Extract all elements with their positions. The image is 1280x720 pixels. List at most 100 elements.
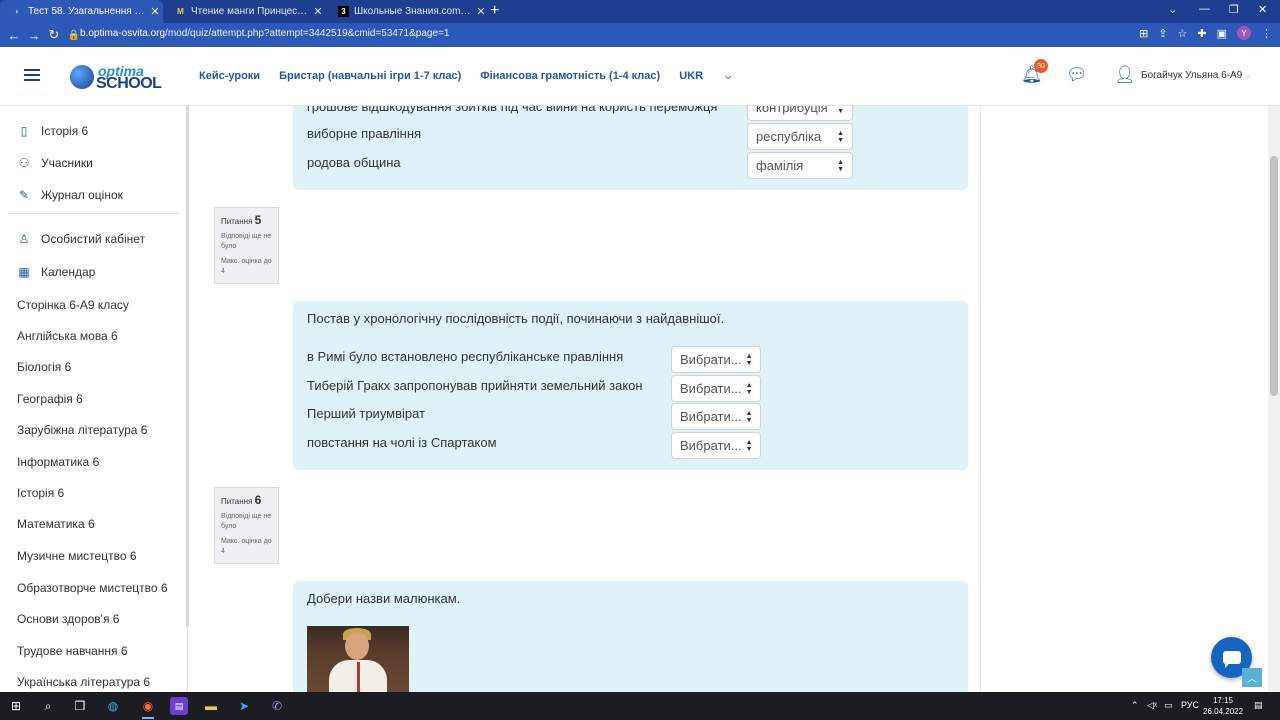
left-sidebar: ▯ Історія 6 ⚇ Учасники ✎ Журнал оцінок ♙ Осо…: [0, 106, 188, 692]
optima-school-logo[interactable]: optima SCHOOL: [70, 61, 162, 93]
menu-hamburger-icon[interactable]: [24, 69, 40, 81]
tab-search-icon[interactable]: ⌄: [1168, 3, 1177, 16]
sidebar-course-labor[interactable]: Трудове навчання 6: [17, 644, 128, 658]
match-select[interactable]: Вибрати... ▲ ▼: [671, 432, 761, 459]
sidebar-course-math[interactable]: Математика 6: [17, 517, 95, 531]
browser-toolbar-right: ⊞ ⇪ ☆ ✚ ▣ Y ⋮: [1139, 26, 1272, 40]
photo-stripe: [357, 662, 360, 692]
question-max-grade: Макс. оцінка до 4: [221, 258, 272, 275]
language-selector[interactable]: UKR ⌵: [679, 70, 750, 82]
browser-tab-quiz[interactable]: ◐ Тест 58. Узагальнення з теми (за... ✕: [0, 0, 163, 23]
select-arrows-icon: ▲▼: [837, 106, 844, 115]
sidebar-course-health[interactable]: Основи здоров'я 6: [17, 612, 119, 626]
sidebar-course-english[interactable]: Англійська мова 6: [17, 329, 118, 343]
right-blank-panel: [980, 106, 1268, 692]
viber-icon[interactable]: ✆: [268, 697, 286, 715]
match-row-text: повстання на чолі із Спартаком: [307, 435, 497, 450]
sidebar-item-calendar[interactable]: ▦ Календар: [17, 265, 95, 279]
sidebar-course-geography[interactable]: Географія 6: [17, 392, 83, 406]
match-select[interactable]: республіка ▲ ▼: [747, 123, 853, 150]
match-row-text: Тиберій Гракх запропонував прийняти земе…: [307, 378, 643, 393]
forward-arrow-icon[interactable]: →: [24, 28, 44, 43]
select-arrows-icon: ▲▼: [837, 129, 844, 144]
roman-statue-image: [307, 626, 409, 692]
search-icon[interactable]: ⌕: [39, 697, 57, 715]
close-tab-icon[interactable]: ✕: [310, 5, 326, 18]
match-select[interactable]: Вибрати... ▲ ▼: [671, 375, 761, 402]
file-explorer-icon[interactable]: ▬: [202, 697, 220, 715]
close-window-button[interactable]: ✕: [1258, 3, 1267, 16]
minimize-window-button[interactable]: —: [1199, 3, 1210, 15]
question-num: 5: [254, 213, 262, 227]
sidebar-course-history[interactable]: Історія 6: [17, 486, 64, 500]
windows-start-icon[interactable]: ⊞: [7, 697, 25, 715]
question-num: 6: [254, 493, 262, 507]
profile-avatar[interactable]: Y: [1237, 26, 1251, 40]
browser-app-icon[interactable]: ◉: [139, 697, 157, 719]
tray-chevron-icon[interactable]: ⌃: [1131, 700, 1139, 711]
tray-network-icon[interactable]: ▭: [1164, 700, 1173, 711]
sidebar-item-label: Історія 6: [41, 124, 89, 138]
tab-title: Чтение манги Принцесса с чер...: [191, 6, 310, 17]
browser-tab-strip: ◐ Тест 58. Узагальнення з теми (за... ✕ …: [0, 0, 1280, 23]
question-5-info: Питання 5 Відповіді ще не було Макс. оці…: [214, 207, 279, 284]
telegram-icon[interactable]: ➤: [235, 697, 253, 715]
new-tab-button[interactable]: +: [490, 2, 499, 20]
question-number: Питання 6: [221, 493, 272, 507]
sidebar-course-class-page[interactable]: Сторінка 6-А9 класу: [17, 298, 129, 312]
user-avatar-icon[interactable]: 👤︎: [1114, 65, 1136, 85]
sidebar-course-music[interactable]: Музичне мистецтво 6: [17, 549, 137, 563]
tray-volume-icon[interactable]: ◁ᵡ: [1147, 700, 1157, 711]
browser-tab-znanija[interactable]: 3 Школьные Знания.com - Решаю... ✕: [326, 0, 489, 23]
extensions-puzzle-icon[interactable]: ✚: [1197, 27, 1206, 40]
match-row-text: родова община: [307, 155, 401, 170]
user-name: Богайчук Ульяна 6-А9: [1141, 70, 1243, 81]
match-row-text: в Римі було встановлено республіканське …: [307, 349, 624, 364]
sidebar-item-history[interactable]: ▯ Історія 6: [17, 124, 89, 138]
sidebar-course-ukrainian-literature[interactable]: Українська література 6: [17, 675, 150, 689]
nav-bristar[interactable]: Бристар (навчальні ігри 1-7 клас): [279, 70, 461, 82]
match-select[interactable]: фамілія ▲ ▼: [747, 152, 853, 179]
nav-case-lessons[interactable]: Кейс-уроки: [199, 70, 260, 82]
messages-icon[interactable]: 💬︎: [1066, 65, 1088, 85]
browser-menu-icon[interactable]: ⋮: [1261, 27, 1272, 40]
sidebar-item-participants[interactable]: ⚇ Учасники: [17, 156, 93, 170]
select-arrows-icon: ▲▼: [745, 352, 753, 367]
user-menu[interactable]: Богайчук Ульяна 6-А9 ⌵: [1141, 70, 1251, 81]
scroll-to-top-button[interactable]: ︿: [1242, 668, 1262, 687]
restore-window-button[interactable]: ❐: [1229, 3, 1239, 16]
sidebar-item-label: Учасники: [41, 156, 93, 170]
scrollbar-thumb[interactable]: [1270, 156, 1278, 396]
select-value: республіка: [756, 129, 822, 144]
sidebar-course-biology[interactable]: Біологія 6: [17, 360, 71, 374]
translate-icon[interactable]: ⊞: [1139, 27, 1148, 40]
notification-center-icon[interactable]: ▤: [1254, 700, 1263, 711]
edge-browser-icon[interactable]: ◍: [104, 697, 122, 715]
sidebar-course-world-literature[interactable]: Зарубіжна література 6: [17, 423, 147, 437]
twitch-icon[interactable]: ▤: [170, 697, 188, 715]
match-select[interactable]: Вибрати... ▲ ▼: [671, 403, 761, 430]
close-tab-icon[interactable]: ✕: [147, 5, 163, 18]
gradebook-icon: ✎: [18, 188, 30, 202]
sidebar-item-gradebook[interactable]: ✎ Журнал оцінок: [17, 188, 123, 202]
task-view-icon[interactable]: ❒: [71, 697, 89, 715]
share-icon[interactable]: ⇪: [1158, 27, 1167, 40]
side-panel-icon[interactable]: ▣: [1217, 27, 1227, 40]
browser-tab-manga[interactable]: M Чтение манги Принцесса с чер... ✕: [163, 0, 326, 23]
url-field[interactable]: b.optima-osvita.org/mod/quiz/attempt.php…: [80, 28, 449, 39]
sidebar-course-art[interactable]: Образотворче мистецтво 6: [17, 581, 168, 595]
match-select[interactable]: контрибуція ▲▼: [747, 106, 853, 121]
reload-icon[interactable]: ↻: [44, 27, 64, 43]
bookmark-star-icon[interactable]: ☆: [1178, 27, 1188, 40]
question-label: Питання: [221, 497, 253, 506]
match-select[interactable]: Вибрати... ▲ ▼: [671, 346, 761, 373]
sidebar-item-dashboard[interactable]: ♙ Особистий кабінет: [17, 232, 145, 246]
back-arrow-icon[interactable]: ←: [4, 28, 24, 43]
nav-financial-literacy[interactable]: Фінансова грамотність (1-4 клас): [480, 70, 660, 82]
language-indicator[interactable]: РУС: [1181, 700, 1199, 710]
page-scrollbar[interactable]: [1268, 106, 1280, 692]
language-label: UKR: [679, 70, 704, 82]
taskbar-clock[interactable]: 17:15 26.04.2022: [1203, 695, 1243, 717]
sidebar-course-informatics[interactable]: Інформатика 6: [17, 455, 99, 469]
close-tab-icon[interactable]: ✕: [473, 5, 489, 18]
